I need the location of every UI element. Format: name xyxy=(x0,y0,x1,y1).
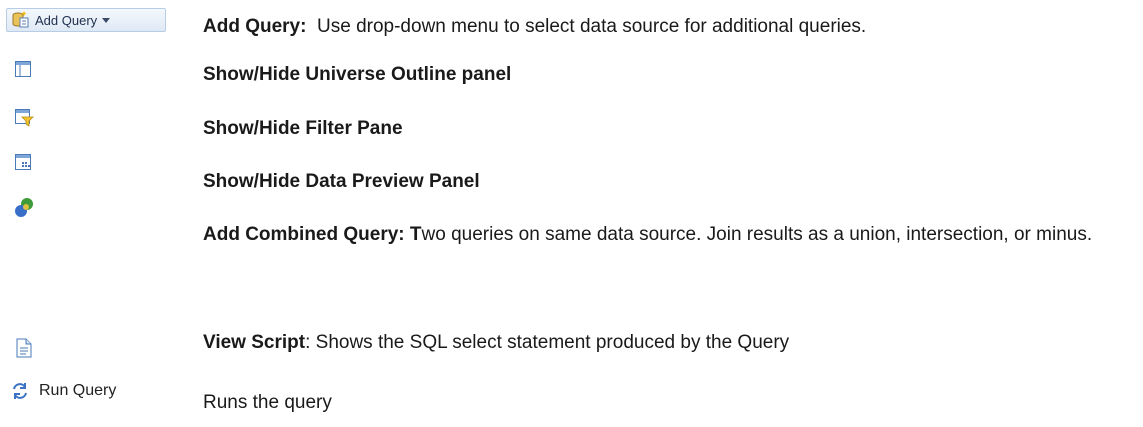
data-preview-icon xyxy=(14,153,32,171)
filter-pane-button[interactable] xyxy=(14,108,34,128)
universe-outline-description: Show/Hide Universe Outline panel xyxy=(203,60,511,90)
run-query-text: Runs the query xyxy=(203,392,332,413)
view-script-term: View Script xyxy=(203,332,306,353)
add-query-description: Add Query: Use drop-down menu to select … xyxy=(203,12,866,42)
universe-outline-term: Show/Hide Universe Outline panel xyxy=(203,64,512,85)
filter-pane-description: Show/Hide Filter Pane xyxy=(203,114,403,144)
data-preview-description: Show/Hide Data Preview Panel xyxy=(203,167,480,197)
refresh-icon xyxy=(10,381,30,401)
view-script-text: : Shows the SQL select statement produce… xyxy=(305,332,790,353)
query-add-icon xyxy=(11,11,29,29)
combined-query-term: Add Combined Query: T xyxy=(203,224,422,245)
view-script-button[interactable] xyxy=(15,338,33,358)
add-query-button[interactable]: Add Query xyxy=(6,8,166,32)
combined-query-text: wo queries on same data source. Join res… xyxy=(421,224,1093,245)
script-icon xyxy=(15,338,33,358)
universe-outline-button[interactable] xyxy=(14,60,32,78)
view-script-description: View Script: Shows the SQL select statem… xyxy=(203,328,789,358)
combined-query-button[interactable] xyxy=(12,196,36,220)
run-query-description: Runs the query xyxy=(203,388,332,418)
filter-pane-term: Show/Hide Filter Pane xyxy=(203,118,403,139)
combined-query-description: Add Combined Query: Two queries on same … xyxy=(203,220,1103,250)
dropdown-arrow-icon[interactable] xyxy=(102,17,111,23)
filter-icon xyxy=(14,108,34,128)
data-preview-term: Show/Hide Data Preview Panel xyxy=(203,171,480,192)
add-query-text: Use drop-down menu to select data source… xyxy=(306,16,867,37)
panel-icon xyxy=(14,60,32,78)
toolbar-legend: Add Query Run Query Add Query: Use drop-… xyxy=(0,0,1143,427)
run-query-label: Run Query xyxy=(39,382,117,399)
add-query-label: Add Query xyxy=(35,12,98,28)
data-preview-button[interactable] xyxy=(14,153,32,171)
combined-query-icon xyxy=(12,196,36,220)
run-query-button[interactable]: Run Query xyxy=(10,380,116,402)
add-query-term: Add Query: xyxy=(203,16,307,37)
